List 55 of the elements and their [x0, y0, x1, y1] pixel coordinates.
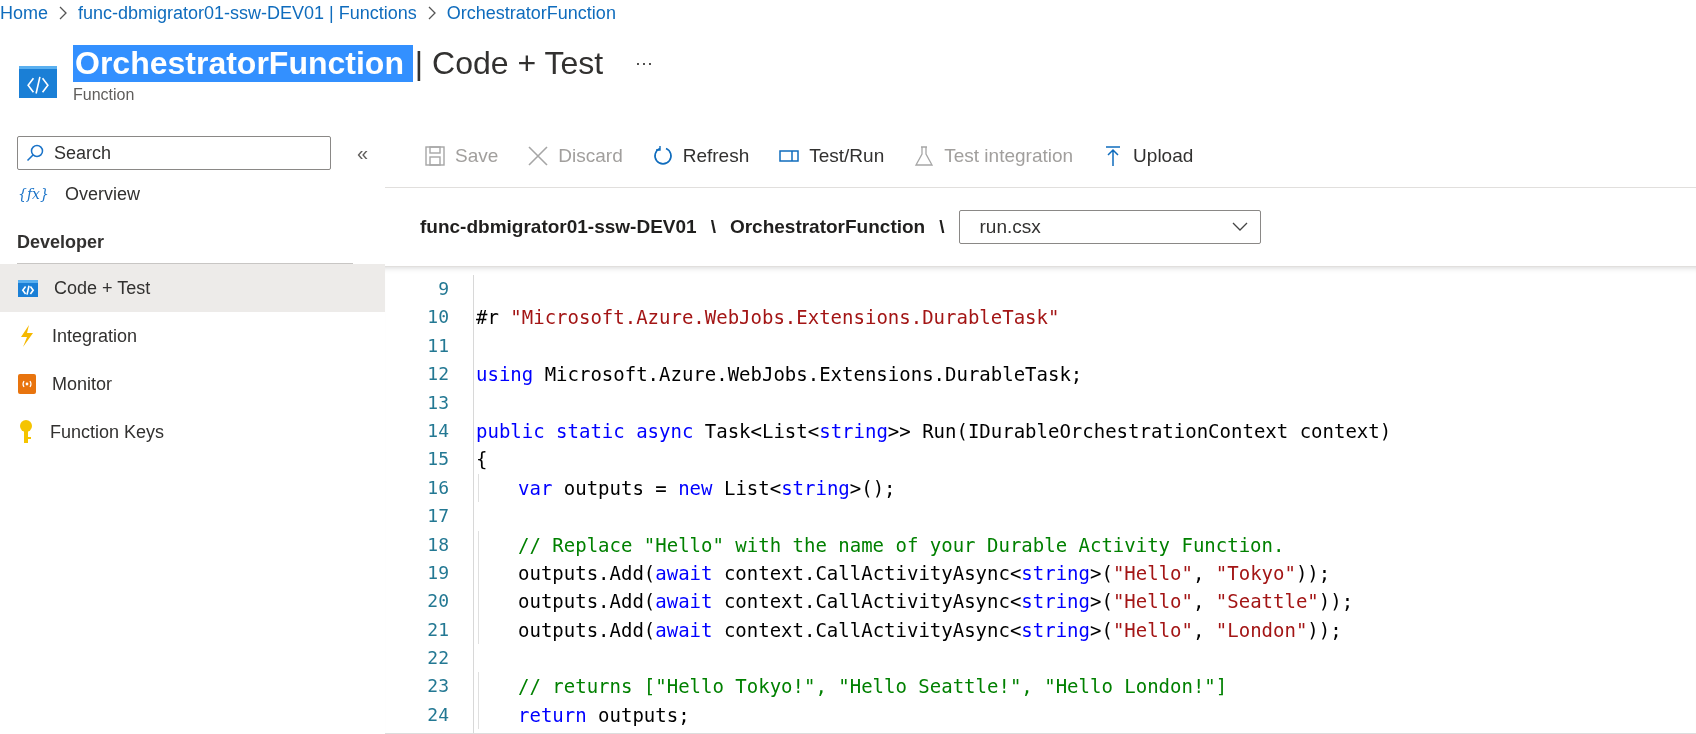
toolbar-button[interactable]: Upload: [1103, 140, 1206, 171]
path-separator: \: [710, 216, 716, 238]
line-number: 19: [426, 560, 449, 585]
lightning-icon: [18, 325, 36, 347]
monitor-icon: [18, 373, 36, 395]
nav-item[interactable]: Function Keys: [0, 408, 385, 456]
breadcrumb-link[interactable]: OrchestratorFunction: [446, 2, 616, 24]
code-line: {: [476, 447, 488, 473]
page-title: | Code + Test: [413, 44, 604, 82]
line-number: 12: [426, 362, 449, 387]
collapse-button[interactable]: «: [353, 141, 373, 165]
path-separator: \: [939, 216, 945, 238]
page-title-selected: OrchestratorFunction: [73, 44, 413, 82]
line-number: 11: [426, 333, 449, 358]
nav-item[interactable]: Monitor: [0, 360, 385, 408]
line-number: 10: [426, 305, 449, 330]
line-number: 13: [426, 390, 449, 415]
nav-item[interactable]: Integration: [0, 312, 385, 360]
toolbar-button[interactable]: Test/Run: [779, 140, 897, 171]
code-icon: [18, 279, 38, 297]
line-number: 20: [426, 589, 449, 614]
chevron-right-icon: [58, 6, 68, 20]
code-line: public static async Task<List<string>> Run(IDurableOrchestrationContext context): [476, 418, 1392, 444]
line-number: 14: [426, 418, 449, 443]
breadcrumb-link[interactable]: Home: [0, 2, 48, 24]
key-icon: [18, 420, 34, 444]
line-number: 16: [426, 475, 449, 500]
chevron-right-icon: [426, 6, 437, 20]
file-dropdown[interactable]: run.csx: [958, 210, 1261, 244]
path-label: OrchestratorFunction: [729, 216, 926, 238]
line-number: 24: [426, 702, 449, 727]
line-number: 22: [426, 646, 449, 671]
code-icon: [19, 66, 57, 98]
more-button[interactable]: ···: [631, 52, 658, 74]
search-field[interactable]: Search: [17, 136, 331, 170]
line-number: 23: [426, 674, 449, 699]
path-label: func-dbmigrator01-ssw-DEV01: [420, 216, 697, 238]
function-icon: {fx}: [18, 185, 49, 203]
line-number: 9: [437, 277, 449, 301]
code-line: #r "Microsoft.Azure.WebJobs.Extensions.DurableTask": [476, 305, 1060, 331]
nav-item[interactable]: {fx} Overview: [0, 170, 385, 218]
close-icon: [528, 145, 549, 166]
chevron-down-icon: [1231, 222, 1248, 232]
toolbar-button[interactable]: Refresh: [652, 140, 762, 171]
save-icon: [425, 145, 445, 166]
nav-item[interactable]: Code + Test: [0, 264, 385, 312]
line-number: 17: [426, 504, 449, 529]
breadcrumb-link[interactable]: func-dbmigrator01-ssw-DEV01 | Functions: [78, 2, 417, 24]
refresh-icon: [652, 145, 673, 166]
line-number: 15: [426, 447, 449, 472]
code-line: using Microsoft.Azure.WebJobs.Extensions.DurableTask;: [476, 362, 1083, 388]
flask-icon: [914, 145, 935, 166]
line-number: 21: [426, 617, 449, 642]
page-subtitle: Function: [73, 86, 136, 104]
line-number: 18: [426, 532, 449, 557]
